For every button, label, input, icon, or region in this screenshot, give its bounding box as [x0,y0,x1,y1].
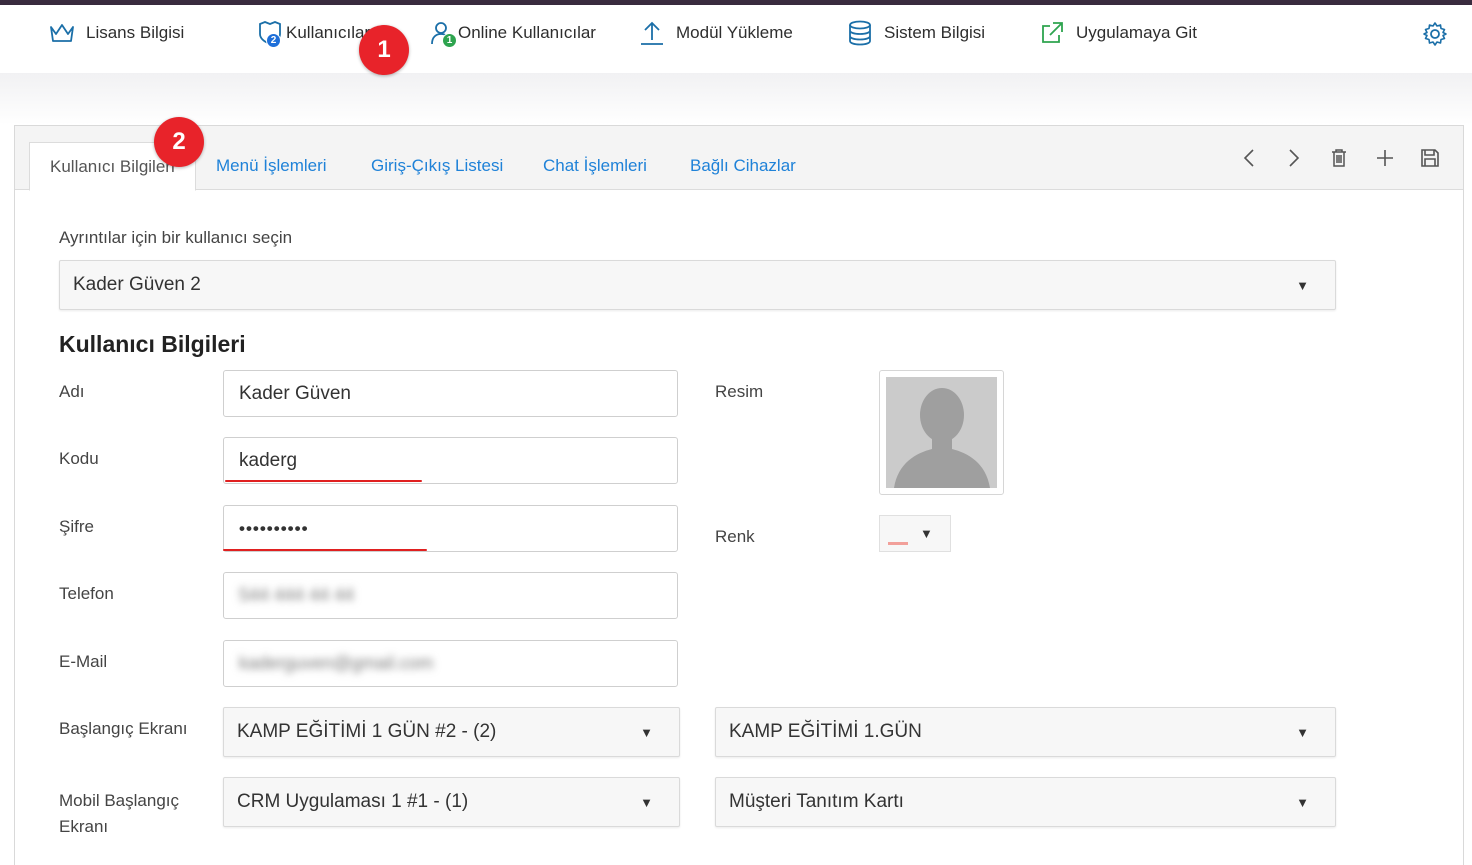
phone-input-value: 544 444 44 44 [239,585,355,605]
gear-icon[interactable] [1422,21,1448,52]
start-screen-label: Başlangıç Ekranı [59,719,188,738]
email-input[interactable]: kaderguven@gmail.com [223,640,678,687]
nav-users-label: Kullanıcılar [286,23,371,42]
chevron-left-icon[interactable] [1235,144,1263,172]
online-count-badge: 1 [442,33,457,48]
crown-icon [48,19,76,47]
color-picker[interactable]: ▼ [879,515,951,552]
tab-bar: Kullanıcı Bilgileri Menü İşlemleri Giriş… [15,126,1463,191]
user-select-label: Ayrıntılar için bir kullanıcı seçin [59,228,293,247]
chevron-right-icon[interactable] [1280,144,1308,172]
name-input[interactable]: Kader Güven [223,370,678,417]
nav-go-to-app[interactable]: Uygulamaya Git [1038,17,1197,49]
nav-license-info-label: Lisans Bilgisi [86,23,185,42]
chevron-down-icon: ▼ [640,725,653,740]
chevron-down-icon: ▼ [1296,795,1309,810]
color-swatch [888,542,908,545]
start-screen-form-select[interactable]: KAMP EĞİTİMİ 1.GÜN ▼ [715,707,1336,757]
plus-icon[interactable] [1371,144,1399,172]
color-label: Renk [715,527,755,546]
phone-label: Telefon [59,584,114,603]
callout-marker-1: 1 [359,25,409,75]
start-screen-form-value: KAMP EĞİTİMİ 1.GÜN [729,721,922,742]
nav-online-users-label: Online Kullanıcılar [458,23,596,42]
nav-module-upload[interactable]: Modül Yükleme [638,17,793,49]
password-input-value: •••••••••• [239,518,309,538]
image-label: Resim [715,382,764,401]
user-online-icon: 1 [428,19,457,48]
tab-menu-operations[interactable]: Menü İşlemleri [196,142,347,190]
nav-module-upload-label: Modül Yükleme [676,23,793,42]
nav-system-info[interactable]: Sistem Bilgisi [846,17,985,49]
mobile-start-screen-form-select[interactable]: Müşteri Tanıtım Kartı ▼ [715,777,1336,827]
shield-users-icon: 2 [256,19,284,48]
name-input-value: Kader Güven [239,382,351,404]
nav-go-to-app-label: Uygulamaya Git [1076,23,1197,42]
avatar-placeholder-icon [886,377,997,488]
password-label: Şifre [59,517,94,536]
save-icon[interactable] [1416,144,1444,172]
nav-system-info-label: Sistem Bilgisi [884,23,986,42]
code-input[interactable]: kaderg [223,437,678,484]
password-annotation-underline [223,549,427,551]
start-screen-select[interactable]: KAMP EĞİTİMİ 1 GÜN #2 - (2) ▼ [223,707,680,757]
code-annotation-underline [225,480,422,482]
users-count-badge: 2 [266,33,281,48]
top-navigation: Lisans Bilgisi 2 Kullanıcılar 1 Online K… [0,5,1472,73]
code-label: Kodu [59,449,99,468]
phone-input[interactable]: 544 444 44 44 [223,572,678,619]
chevron-down-icon: ▼ [1296,725,1309,740]
email-label: E-Mail [59,652,108,671]
section-title: Kullanıcı Bilgileri [59,331,246,357]
mobile-start-screen-value: CRM Uygulaması 1 #1 - (1) [237,791,469,812]
password-input[interactable]: •••••••••• [223,505,678,552]
nav-users[interactable]: 2 Kullanıcılar [256,17,370,49]
chevron-down-icon: ▼ [640,795,653,810]
nav-online-users[interactable]: 1 Online Kullanıcılar [428,17,596,49]
mobile-start-screen-form-value: Müşteri Tanıtım Kartı [729,791,904,812]
header-shadow-band [0,73,1472,125]
trash-icon[interactable] [1325,144,1353,172]
chevron-down-icon: ▼ [1296,278,1309,293]
tab-connected-devices[interactable]: Bağlı Cihazlar [670,142,816,190]
tab-chat-operations[interactable]: Chat İşlemleri [523,142,667,190]
user-details-panel: Kullanıcı Bilgileri Menü İşlemleri Giriş… [14,125,1464,865]
database-icon [846,19,874,47]
upload-icon [638,19,666,47]
user-select-dropdown[interactable]: Kader Güven 2 ▼ [59,260,1336,310]
tab-login-logout-list[interactable]: Giriş-Çıkış Listesi [351,142,523,190]
start-screen-value: KAMP EĞİTİMİ 1 GÜN #2 - (2) [237,721,497,742]
mobile-start-screen-select[interactable]: CRM Uygulaması 1 #1 - (1) ▼ [223,777,680,827]
mobile-start-screen-label: Mobil Başlangıç Ekranı [59,791,180,836]
user-image[interactable] [879,370,1004,495]
external-link-icon [1038,19,1066,47]
email-input-value: kaderguven@gmail.com [239,653,434,673]
name-label: Adı [59,382,85,401]
chevron-down-icon: ▼ [920,526,933,541]
nav-license-info[interactable]: Lisans Bilgisi [48,17,184,49]
code-input-value: kaderg [239,449,298,471]
user-select-value: Kader Güven 2 [73,274,201,295]
callout-marker-2: 2 [154,117,204,167]
